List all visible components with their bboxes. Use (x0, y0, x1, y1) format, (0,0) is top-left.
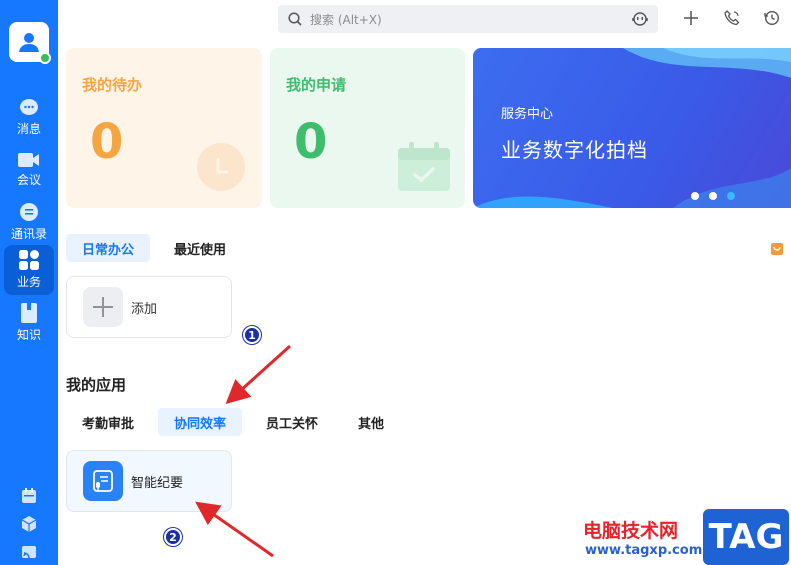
calendar-watermark-icon (398, 142, 450, 191)
tab-attendance-approval[interactable]: 考勤审批 (66, 408, 150, 436)
request-count: 0 (294, 114, 328, 170)
carousel-dot[interactable] (709, 192, 717, 200)
nav-label: 通讯录 (10, 227, 47, 241)
request-card[interactable]: 我的申请 0 (270, 48, 465, 208)
service-center-banner[interactable]: 服务中心 业务数字化拍档 (473, 48, 791, 208)
annotation-marker: 1 (243, 326, 261, 344)
banner-title: 业务数字化拍档 (501, 138, 648, 162)
watermark-text: 电脑技术网 (583, 520, 679, 542)
phone-icon (724, 10, 740, 26)
tab-recent[interactable]: 最近使用 (158, 234, 242, 262)
apps-grid-icon (19, 250, 39, 270)
carousel-dot[interactable] (691, 192, 699, 200)
user-icon (19, 33, 39, 52)
banner-subtitle: 服务中心 (501, 107, 554, 122)
todo-card[interactable]: 我的待办 0 (66, 48, 262, 208)
plus-icon (684, 11, 698, 25)
clock-watermark-icon (197, 143, 245, 191)
nav-item-messages[interactable]: 消息 (4, 93, 54, 143)
tab-employee-care[interactable]: 员工关怀 (250, 408, 334, 436)
user-avatar[interactable] (9, 22, 51, 64)
carousel-dot-active[interactable] (727, 192, 735, 200)
tab-other[interactable]: 其他 (342, 408, 400, 436)
online-status-badge (39, 52, 51, 64)
workbench-button[interactable] (19, 514, 39, 534)
calendar-button[interactable] (19, 486, 39, 506)
cast-icon (22, 546, 36, 559)
plus-icon (83, 287, 123, 327)
banner-waves (473, 48, 791, 208)
cube-icon (21, 516, 37, 532)
assistant-bot-icon[interactable] (632, 11, 648, 31)
nav-label: 业务 (16, 275, 41, 289)
call-button[interactable] (722, 8, 742, 28)
add-app-card[interactable]: 添加 (66, 276, 232, 338)
tab-daily-office[interactable]: 日常办公 (66, 234, 151, 262)
smart-minutes-icon (83, 461, 123, 501)
search-input[interactable]: 搜索 (Alt+X) (310, 11, 382, 28)
carousel-dots (691, 192, 735, 200)
book-icon (21, 303, 37, 323)
cast-button[interactable] (19, 542, 39, 562)
nav-item-contacts[interactable]: 通讯录 (4, 197, 54, 247)
search-bar[interactable]: 搜索 (Alt+X) (278, 5, 658, 33)
nav-label: 知识 (16, 328, 41, 342)
calendar-icon (22, 488, 36, 503)
tab-collaboration[interactable]: 协同效率 (158, 408, 243, 436)
chat-icon (20, 99, 38, 115)
request-card-title: 我的申请 (286, 76, 347, 94)
my-apps-title: 我的应用 (66, 376, 127, 394)
video-icon (18, 153, 39, 167)
nav-item-meetings[interactable]: 会议 (4, 145, 54, 195)
watermark-url: www.tagxp.com (585, 543, 703, 558)
annotation-marker: 2 (164, 528, 182, 546)
todo-count: 0 (90, 114, 124, 170)
nav-label: 会议 (16, 173, 41, 187)
gift-icon[interactable] (771, 240, 783, 259)
history-icon (764, 10, 780, 26)
nav-item-business[interactable]: 业务 (4, 245, 54, 295)
nav-item-knowledge[interactable]: 知识 (4, 298, 54, 348)
sidebar: 消息 会议 通讯录 业务 知识 (0, 0, 58, 565)
search-icon (288, 12, 302, 26)
watermark-tag-logo: TAG (703, 509, 789, 565)
nav-label: 消息 (16, 122, 41, 136)
history-button[interactable] (762, 8, 782, 28)
contacts-icon (20, 203, 38, 221)
todo-card-title: 我的待办 (82, 76, 143, 94)
app-label: 智能纪要 (131, 475, 184, 491)
app-smart-minutes[interactable]: 智能纪要 (66, 450, 232, 512)
add-app-label: 添加 (131, 301, 158, 317)
add-button[interactable] (681, 8, 701, 28)
